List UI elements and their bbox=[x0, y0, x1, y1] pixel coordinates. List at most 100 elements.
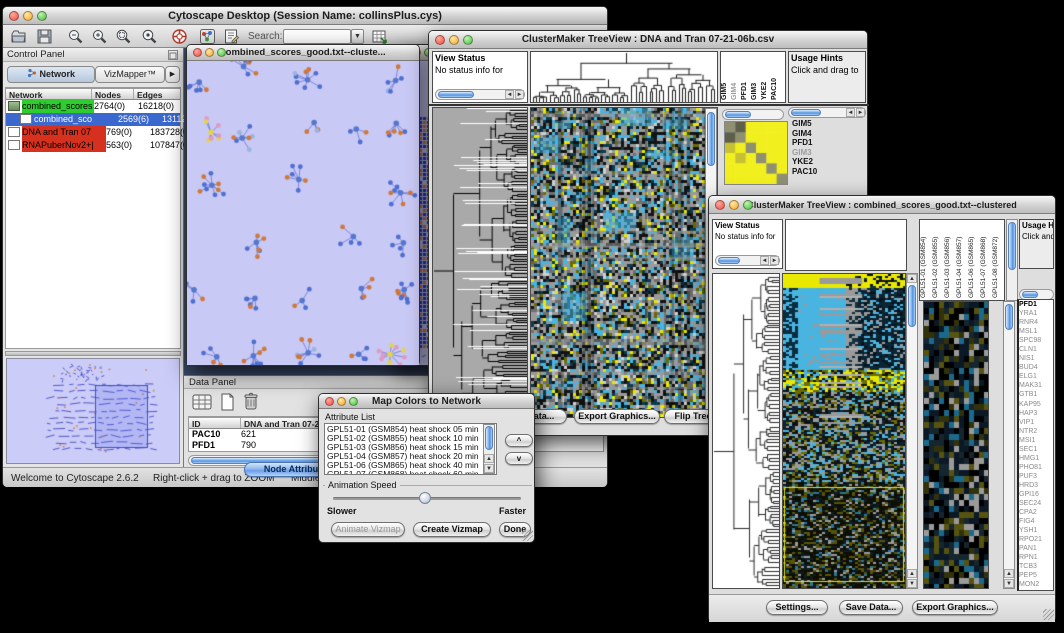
scroll-down-icon[interactable]: ▼ bbox=[907, 579, 917, 588]
settings-button[interactable]: Settings... bbox=[766, 600, 828, 615]
minimize-icon[interactable] bbox=[449, 35, 459, 45]
network-name: DNA and Tran 07 bbox=[22, 126, 106, 139]
minimize-icon[interactable] bbox=[337, 397, 346, 406]
gene-label: CLN1 bbox=[1019, 345, 1053, 354]
resize-grip[interactable] bbox=[522, 530, 533, 541]
col-edges[interactable]: Edges bbox=[134, 89, 180, 99]
column-label: GPL51-01 (GSM854) bbox=[920, 220, 932, 300]
annotation-icon[interactable] bbox=[223, 28, 240, 45]
dialog-title-bar[interactable]: Map Colors to Network bbox=[319, 394, 534, 409]
network-row[interactable]: combined_sco2569(6)13112(15) bbox=[6, 113, 180, 126]
tv1-matrix-hscrollbar[interactable] bbox=[722, 109, 784, 120]
minimize-icon[interactable] bbox=[23, 11, 33, 21]
zoom-out-icon[interactable] bbox=[67, 28, 84, 45]
zoom-window-icon[interactable] bbox=[37, 11, 47, 21]
slider-thumb[interactable] bbox=[419, 492, 431, 504]
network-edges: 16218(0) bbox=[138, 100, 182, 113]
attribute-list-vscrollbar[interactable]: ▲▼ bbox=[483, 424, 495, 474]
minimize-icon[interactable] bbox=[205, 48, 214, 57]
column-label: PFD1 bbox=[741, 52, 751, 102]
network-overview-canvas[interactable] bbox=[7, 359, 179, 463]
search-input[interactable] bbox=[283, 29, 351, 44]
zoom-selected-icon[interactable] bbox=[115, 28, 132, 45]
import-table-icon[interactable] bbox=[371, 28, 388, 45]
resize-grip[interactable] bbox=[1043, 609, 1054, 620]
zoom-fit-icon[interactable] bbox=[141, 28, 158, 45]
network-overview-panel[interactable] bbox=[6, 358, 180, 464]
close-icon[interactable] bbox=[435, 35, 445, 45]
tv1-hints-scrollbar[interactable]: ◄► bbox=[788, 107, 866, 118]
zoom-in-icon[interactable] bbox=[91, 28, 108, 45]
attribute-list-item[interactable]: GPL51-07 (GSM868) heat shock 60 min bbox=[327, 470, 494, 475]
new-attribute-icon[interactable] bbox=[218, 393, 236, 416]
attribute-listbox[interactable]: GPL51-01 (GSM854) heat shock 05 minGPL51… bbox=[324, 423, 497, 475]
column-label: GPL51-07 (GSM868) bbox=[980, 220, 992, 300]
gene-label: RPN1 bbox=[1019, 553, 1053, 562]
create-vizmap-button[interactable]: Create Vizmap bbox=[413, 522, 491, 537]
export-graphics-button[interactable]: Export Graphics... bbox=[912, 600, 998, 615]
tv1-heatmap[interactable] bbox=[530, 107, 718, 418]
search-dropdown-icon[interactable]: ▼ bbox=[351, 29, 364, 44]
tv1-status-scrollbar[interactable]: ◄► bbox=[435, 89, 525, 100]
tab-vizmapper[interactable]: VizMapper™ bbox=[95, 66, 165, 83]
tv2-column-dendrogram[interactable] bbox=[785, 219, 907, 271]
network-row[interactable]: RNAPuberNov2+|563(0)107847(0) bbox=[6, 139, 180, 152]
network-row[interactable]: DNA and Tran 07769(0)183728(0) bbox=[6, 126, 180, 139]
attribute-table-icon[interactable] bbox=[192, 393, 212, 416]
save-icon[interactable] bbox=[36, 28, 53, 45]
move-down-button[interactable]: v bbox=[505, 452, 533, 465]
gene-label: RPO21 bbox=[1019, 535, 1053, 544]
close-icon[interactable] bbox=[193, 48, 202, 57]
col-network[interactable]: Network bbox=[6, 89, 92, 99]
save-data-button[interactable]: Save Data... bbox=[839, 600, 903, 615]
main-title-bar[interactable]: Cytoscape Desktop (Session Name: collins… bbox=[3, 7, 607, 25]
tab-overflow-button[interactable]: ▶ bbox=[165, 66, 180, 83]
vizmapper-icon[interactable] bbox=[199, 28, 216, 45]
tv2-row-dendrogram[interactable] bbox=[712, 273, 780, 589]
network-row[interactable]: combined_scores2764(0)16218(0) bbox=[6, 100, 180, 113]
close-icon[interactable] bbox=[9, 11, 19, 21]
tab-network[interactable]: Network bbox=[7, 66, 95, 83]
tv1-column-labels: GIM5GIM4PFD1GIM3YKE2PAC10 bbox=[720, 51, 786, 103]
treeview2-title-bar[interactable]: ClusterMaker TreeView : combined_scores_… bbox=[709, 196, 1055, 214]
close-icon[interactable] bbox=[325, 397, 334, 406]
tv1-column-dendrogram[interactable] bbox=[530, 51, 718, 103]
tv2-heatmap-vscrollbar[interactable]: ▲ ▲▼ bbox=[906, 273, 918, 589]
network-table-header: Network Nodes Edges bbox=[6, 88, 180, 100]
tv1-similarity-matrix[interactable] bbox=[724, 121, 788, 185]
col-id[interactable]: ID bbox=[189, 418, 241, 428]
scroll-right-icon[interactable]: ► bbox=[515, 90, 524, 99]
panel-splitter[interactable] bbox=[5, 351, 181, 356]
column-label: GPL51-03 (GSM856) bbox=[944, 220, 956, 300]
network-name: combined_scores bbox=[22, 100, 94, 113]
network1-view-canvas[interactable] bbox=[187, 61, 419, 365]
close-icon[interactable] bbox=[715, 200, 725, 210]
scroll-up-icon[interactable]: ▲ bbox=[907, 274, 917, 283]
tv2-heatmap[interactable] bbox=[782, 273, 906, 589]
column-label: YKE2 bbox=[761, 52, 771, 102]
tv2-zoom-vscrollbar[interactable]: ▲▼ bbox=[1003, 301, 1015, 589]
tv2-zoom-heatmap[interactable] bbox=[923, 301, 989, 589]
treeview1-title-bar[interactable]: ClusterMaker TreeView : DNA and Tran 07-… bbox=[429, 31, 867, 49]
open-folder-icon[interactable] bbox=[10, 28, 27, 45]
move-up-button[interactable]: ^ bbox=[505, 434, 533, 447]
delete-attribute-icon[interactable] bbox=[242, 392, 260, 416]
zoom-window-icon[interactable] bbox=[463, 35, 473, 45]
zoom-window-icon[interactable] bbox=[743, 200, 753, 210]
float-panel-icon[interactable] bbox=[168, 50, 178, 60]
col-nodes[interactable]: Nodes bbox=[92, 89, 134, 99]
export-graphics-button[interactable]: Export Graphics... bbox=[574, 409, 660, 424]
document-icon bbox=[20, 114, 32, 124]
dialog-title: Map Colors to Network bbox=[372, 396, 481, 407]
zoom-window-icon[interactable] bbox=[217, 48, 226, 57]
minimize-icon[interactable] bbox=[729, 200, 739, 210]
tv2-labels-vscrollbar[interactable] bbox=[1006, 219, 1018, 301]
network1-title-bar[interactable]: combined_scores_good.txt--cluste... bbox=[187, 45, 419, 61]
zoom-window-icon[interactable] bbox=[349, 397, 358, 406]
window-controls bbox=[9, 11, 47, 21]
help-lifesaver-icon[interactable] bbox=[171, 28, 188, 45]
scroll-left-icon[interactable]: ◄ bbox=[505, 90, 514, 99]
tv2-status-scrollbar[interactable]: ◄► bbox=[715, 255, 780, 266]
animate-vizmap-button[interactable]: Animate Vizmap bbox=[331, 522, 405, 537]
tv1-row-dendrogram[interactable] bbox=[432, 107, 528, 418]
